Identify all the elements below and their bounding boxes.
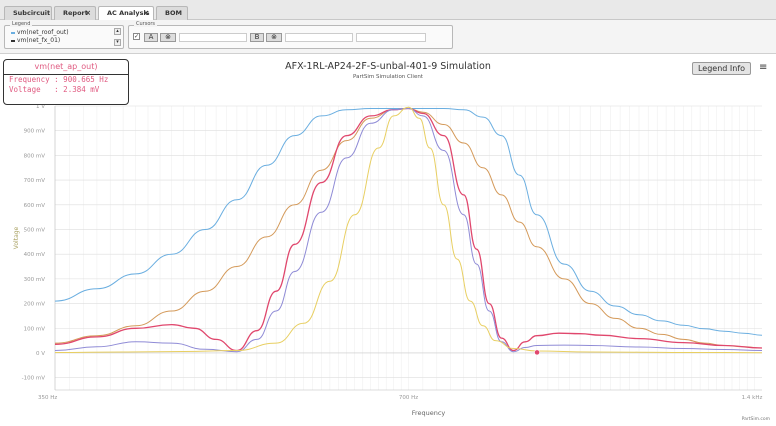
tooltip-frequency: Frequency : 900.665 Hz (9, 75, 109, 84)
y-tick-label: 900 mV (24, 129, 46, 135)
y-tick-label: 500 mV (24, 227, 46, 233)
tooltip-series-name: vm(net_ap_out) (4, 60, 128, 75)
y-tick-label: 400 mV (24, 252, 46, 258)
y-tick-label: 300 mV (24, 277, 46, 283)
y-tick-label: 0 V (36, 351, 45, 357)
hover-point-marker (534, 349, 540, 356)
tooltip-voltage: Voltage : 2.384 mV (9, 85, 100, 94)
brand-label: PartSim.com (741, 417, 770, 422)
y-tick-label: -100 mV (22, 376, 46, 382)
hamburger-menu-icon[interactable]: ≡ (759, 63, 769, 73)
y-tick-label: 200 mV (24, 302, 46, 308)
legend-info-button[interactable]: Legend Info (692, 62, 751, 75)
x-tick-label: 1.4 kHz (742, 395, 763, 401)
y-tick-label: 600 mV (24, 203, 46, 209)
x-tick-label: 700 Hz (399, 395, 418, 401)
x-axis-title: Frequency (412, 409, 446, 417)
y-tick-label: 800 mV (24, 153, 46, 159)
y-tick-label: 100 mV (24, 326, 46, 332)
y-axis-title: Voltage (13, 226, 20, 249)
x-tick-label: 350 Hz (38, 395, 57, 401)
y-tick-label: 700 mV (24, 178, 46, 184)
data-tooltip: vm(net_ap_out) Frequency : 900.665 Hz Vo… (3, 59, 129, 105)
